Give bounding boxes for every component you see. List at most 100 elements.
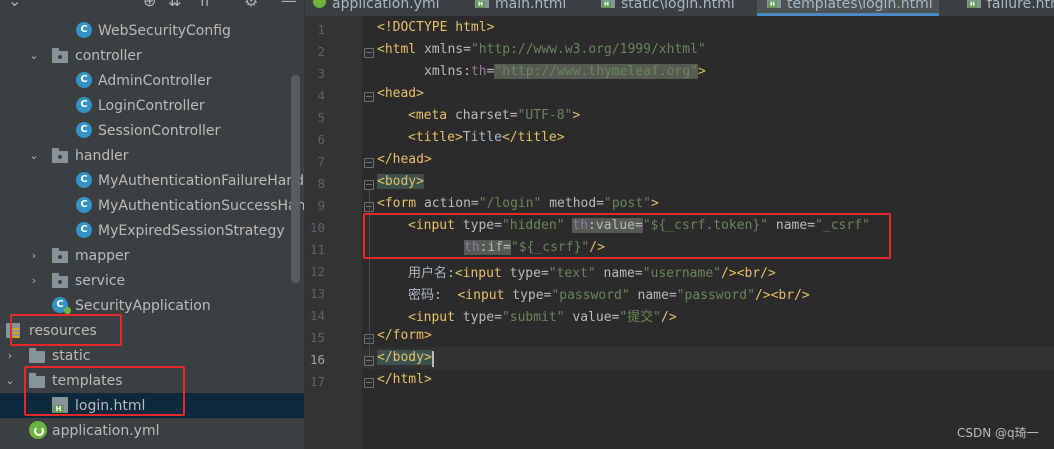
line-number: 7 xyxy=(317,154,325,169)
tab-label: failure.htm xyxy=(987,0,1054,12)
locate-icon[interactable]: ⊕ xyxy=(143,0,156,10)
code-token: /><br/> xyxy=(720,266,776,281)
package-icon xyxy=(52,48,68,63)
line-number: 12 xyxy=(309,264,325,279)
code-token: </head> xyxy=(377,152,432,167)
code-token: </title> xyxy=(501,130,565,145)
line-number-current: 16 xyxy=(309,352,325,367)
code-token: <html xyxy=(377,42,424,57)
tree-item-label: service xyxy=(75,272,126,289)
chevron-down-icon[interactable]: ⌄ xyxy=(28,149,40,162)
tree-scrollbar[interactable] xyxy=(291,75,300,283)
tab-main-html[interactable]: H main.html xyxy=(475,0,566,16)
line-number: 14 xyxy=(309,308,325,323)
code-line-8: <body> xyxy=(377,174,424,189)
tree-item-myexpiredsessionstrategy[interactable]: C MyExpiredSessionStrategy xyxy=(0,218,290,243)
code-token: "text" xyxy=(548,266,596,281)
fold-marker-icon[interactable] xyxy=(364,158,374,168)
code-token: > xyxy=(650,196,659,211)
fold-marker-icon[interactable] xyxy=(364,180,374,190)
gear-icon[interactable]: ⚙ xyxy=(244,0,258,10)
tab-label: templates\login.html xyxy=(787,0,933,12)
code-token: "submit" xyxy=(501,310,565,325)
line-number: 17 xyxy=(309,374,325,389)
class-icon: C xyxy=(76,222,92,238)
tree-item-static[interactable]: › static xyxy=(0,343,290,368)
fold-marker-icon[interactable] xyxy=(364,378,374,388)
tree-item-websecurityconfig[interactable]: C WebSecurityConfig xyxy=(0,18,290,43)
code-token: > xyxy=(486,20,495,35)
tree-item-logincontroller[interactable]: C LoginController xyxy=(0,93,290,118)
tree-item-myauthenticationfailurehandler[interactable]: C MyAuthenticationFailureHandl xyxy=(0,168,304,193)
tree-item-mapper[interactable]: › mapper xyxy=(0,243,290,268)
fold-marker-icon[interactable] xyxy=(364,356,374,366)
code-token: xmlns: xyxy=(424,64,471,79)
project-toolbar: ⌄ ⊕ ⇊ ⇈ ⚙ — xyxy=(0,0,304,10)
code-line-5: <meta charset="UTF-8"> xyxy=(408,108,580,123)
tree-item-controller[interactable]: ⌄ controller xyxy=(0,43,290,68)
tree-item-label: controller xyxy=(75,47,142,64)
code-token: "http://www.w3.org/1999/xhtml" xyxy=(470,42,706,57)
tree-item-handler[interactable]: ⌄ handler xyxy=(0,143,290,168)
code-token: xmlns= xyxy=(423,42,471,57)
code-token: method= xyxy=(541,196,605,211)
chevron-right-icon[interactable]: › xyxy=(28,249,40,262)
code-token: "username" xyxy=(642,266,721,281)
code-token: "提交" xyxy=(619,310,662,325)
code-token: "UTF-8" xyxy=(517,108,573,123)
code-token: <title> xyxy=(408,130,463,145)
line-number: 15 xyxy=(309,330,325,345)
tree-item-label: MyExpiredSessionStrategy xyxy=(98,222,285,239)
line-number: 9 xyxy=(317,198,325,213)
line-number: 8 xyxy=(317,176,325,191)
tab-static-login-html[interactable]: H static\login.html xyxy=(601,0,735,16)
highlight-box-resources xyxy=(10,314,122,346)
editor-tab-bar: application.yml H main.html H static\log… xyxy=(305,0,1054,16)
tab-failure-html[interactable]: H failure.htm xyxy=(967,0,1054,16)
class-icon: C xyxy=(76,97,92,113)
collapse-all-icon[interactable]: ⇈ xyxy=(198,0,211,10)
code-token: </html> xyxy=(377,372,432,387)
tab-application-yml[interactable]: application.yml xyxy=(313,0,440,16)
class-icon: C xyxy=(76,72,92,88)
text-cursor xyxy=(432,351,434,367)
line-number: 4 xyxy=(317,88,325,103)
tree-item-label: AdminController xyxy=(98,72,212,89)
fold-marker-icon[interactable] xyxy=(364,48,374,58)
code-token: "http://www.thymeleaf.org" xyxy=(494,64,698,79)
tree-item-application-yml[interactable]: application.yml xyxy=(0,418,290,443)
chevron-down-icon[interactable]: ⌄ xyxy=(28,49,40,62)
class-icon: C xyxy=(76,122,92,138)
code-line-16: </body> xyxy=(377,350,432,365)
expand-all-icon[interactable]: ⇊ xyxy=(168,0,181,10)
chevron-right-icon[interactable]: › xyxy=(28,274,40,287)
tree-item-admincontroller[interactable]: C AdminController xyxy=(0,68,290,93)
code-token: "password" xyxy=(551,288,630,303)
tree-item-label: handler xyxy=(75,147,129,164)
code-line-15: </form> xyxy=(377,328,432,343)
code-token: action= xyxy=(423,196,479,211)
highlight-box-templates xyxy=(24,366,185,416)
hide-icon[interactable]: — xyxy=(281,0,297,10)
chevron-down-icon[interactable]: ⌄ xyxy=(8,0,21,10)
tree-item-sessioncontroller[interactable]: C SessionController xyxy=(0,118,290,143)
spring-config-icon xyxy=(29,421,47,439)
tab-templates-login-html[interactable]: H templates\login.html xyxy=(757,0,939,16)
line-number: 2 xyxy=(317,44,325,59)
tree-item-service[interactable]: › service xyxy=(0,268,290,293)
html-icon: H xyxy=(767,0,781,8)
chevron-down-icon[interactable]: ⌄ xyxy=(4,374,16,387)
code-token: > xyxy=(572,108,581,123)
tree-item-myauthenticationsuccesshandler[interactable]: C MyAuthenticationSuccessHanc xyxy=(0,193,304,218)
project-tree-panel: ⌄ ⊕ ⇊ ⇈ ⚙ — C WebSecurityConfig ⌄ contro… xyxy=(0,0,304,449)
chevron-right-icon[interactable]: › xyxy=(4,349,16,362)
code-line-4: <head> xyxy=(377,86,424,101)
code-token: <body> xyxy=(377,174,424,189)
code-line-3: xmlns:th="http://www.thymeleaf.org"> xyxy=(424,64,706,79)
package-icon xyxy=(52,273,68,288)
fold-marker-icon[interactable] xyxy=(364,92,374,102)
watermark: CSDN @q琦一 xyxy=(957,426,1039,440)
package-icon xyxy=(52,148,68,163)
code-line-1: <!DOCTYPE html> xyxy=(377,20,494,35)
code-token: <!DOCTYPE xyxy=(377,20,456,35)
